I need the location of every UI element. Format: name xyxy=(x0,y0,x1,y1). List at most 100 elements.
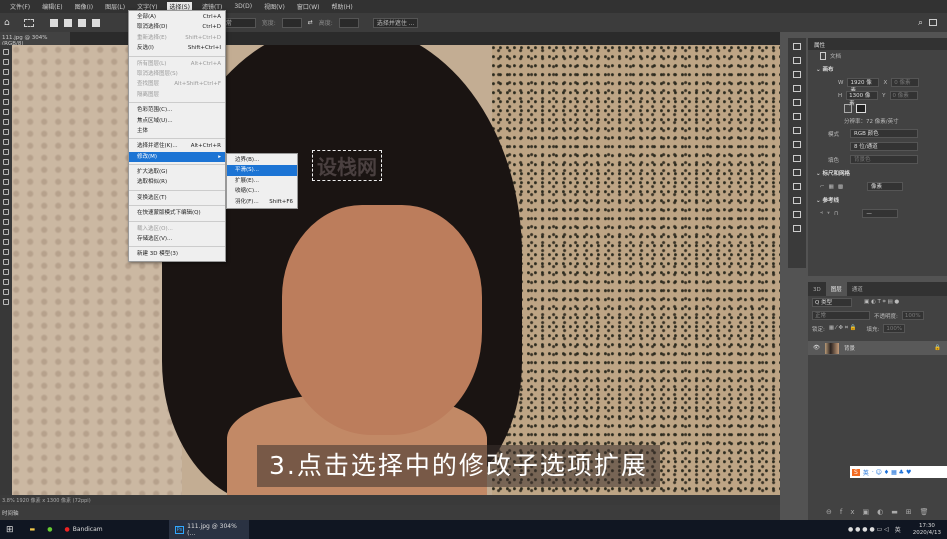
document-tab[interactable]: 111.jpg @ 304%(RGB/8) xyxy=(0,32,70,47)
clock[interactable]: 17:30 2020/4/13 xyxy=(907,520,947,539)
tool-icon[interactable] xyxy=(3,59,9,65)
menu-item[interactable]: 边界(B)... xyxy=(227,155,297,165)
menu-9[interactable]: 窗口(W) xyxy=(295,2,322,11)
tool-icon[interactable] xyxy=(3,249,9,255)
panel-icon[interactable] xyxy=(793,169,801,176)
guide-selection-icon[interactable]: ⊓ xyxy=(834,211,838,217)
panel-icon[interactable] xyxy=(793,141,801,148)
menu-item[interactable]: 取消选择图层(S) xyxy=(129,69,225,79)
landscape-icon[interactable] xyxy=(856,104,866,113)
width-field[interactable]: 1920 像素 xyxy=(847,78,880,94)
menu-10[interactable]: 帮助(H) xyxy=(330,2,355,11)
tool-icon[interactable] xyxy=(3,279,9,285)
tool-icon[interactable] xyxy=(3,89,9,95)
panel-icon[interactable] xyxy=(793,85,801,92)
menu-item[interactable]: 平滑(S)... xyxy=(227,165,297,176)
tool-icon[interactable] xyxy=(3,109,9,115)
tool-icon[interactable] xyxy=(3,99,9,105)
tool-icon[interactable] xyxy=(3,229,9,235)
width-input[interactable] xyxy=(281,17,302,28)
portrait-icon[interactable] xyxy=(844,104,852,113)
tab-3d[interactable]: 3D xyxy=(808,284,826,296)
new-selection-icon[interactable] xyxy=(49,18,58,27)
menu-item[interactable]: 主体 xyxy=(129,126,225,136)
guide-icon[interactable]: ⫞ xyxy=(820,210,823,217)
panel-icon[interactable] xyxy=(793,225,801,232)
tool-icon[interactable] xyxy=(3,289,9,295)
opacity-field[interactable]: 100% xyxy=(901,311,924,320)
taskbar-bandicam[interactable]: ● Bandicam xyxy=(58,520,108,539)
x-field[interactable]: 0 像素 xyxy=(891,78,920,87)
panel-icon[interactable] xyxy=(793,127,801,134)
menu-item[interactable]: 选择并遮住(K)... Alt+Ctrl+R xyxy=(129,141,225,151)
start-icon[interactable]: ⊞ xyxy=(0,520,20,539)
units-select[interactable]: 像素 xyxy=(867,182,904,191)
tool-icon[interactable] xyxy=(3,179,9,185)
menu-item[interactable]: 取消选择(D) Ctrl+D xyxy=(129,22,225,32)
panel-icon[interactable] xyxy=(793,71,801,78)
menu-item[interactable]: 扩展(E)... xyxy=(227,176,297,186)
menu-item[interactable]: 反选(I) Shift+Ctrl+I xyxy=(129,43,225,53)
height-input[interactable] xyxy=(338,17,359,28)
app-icon[interactable]: ● xyxy=(41,520,58,539)
menu-item[interactable]: 色彩范围(C)... xyxy=(129,105,225,115)
subtract-selection-icon[interactable] xyxy=(77,18,86,27)
properties-tab[interactable]: 属性 xyxy=(814,43,825,49)
layer-row[interactable]: 👁 背景 🔒 xyxy=(808,341,947,355)
ime-toolbar[interactable]: S 英 · ☺ ♦ ▦ ♣ ♥ xyxy=(850,466,947,478)
ime-lang[interactable]: 英 xyxy=(863,468,869,477)
tool-icon[interactable] xyxy=(3,259,9,265)
tool-icon[interactable] xyxy=(3,189,9,195)
guide-layout-icon[interactable]: ⫟ xyxy=(827,210,830,217)
menu-item[interactable]: 存储选区(V)... xyxy=(129,234,225,244)
height-field[interactable]: 1300 像素 xyxy=(846,91,879,107)
ruler-icon[interactable]: ⌐ xyxy=(820,184,825,190)
menu-item[interactable]: 载入选区(O)... xyxy=(129,224,225,234)
add-selection-icon[interactable] xyxy=(63,18,72,27)
blend-mode-select[interactable]: 正常 xyxy=(812,311,870,320)
menu-item[interactable]: 全部(A) Ctrl+A xyxy=(129,12,225,22)
visibility-eye-icon[interactable]: 👁 xyxy=(813,345,820,351)
panel-icon[interactable] xyxy=(793,183,801,190)
tool-icon[interactable] xyxy=(3,139,9,145)
tool-icon[interactable] xyxy=(3,269,9,275)
tool-icon[interactable] xyxy=(3,79,9,85)
menu-7[interactable]: 3D(D) xyxy=(232,3,254,10)
menu-item[interactable]: 重新选择(E) Shift+Ctrl+D xyxy=(129,33,225,43)
menu-item[interactable]: 焦点区域(U)... xyxy=(129,116,225,126)
menu-item[interactable]: 在快速蒙版模式下编辑(Q) xyxy=(129,208,225,218)
marquee-tool-icon[interactable] xyxy=(23,18,34,27)
filter-icons[interactable]: ▣ ◐ T ⌗ ▤ ● xyxy=(864,299,899,306)
timeline-panel[interactable]: 时间轴 xyxy=(0,505,780,520)
taskbar-photoshop[interactable]: Ps 111.jpg @ 304%(... xyxy=(168,520,249,539)
menu-item[interactable]: 隔离图层 xyxy=(129,90,225,100)
menu-item[interactable]: 收缩(C)... xyxy=(227,186,297,196)
menu-item[interactable]: 查找图层 Alt+Shift+Ctrl+F xyxy=(129,79,225,89)
menu-0[interactable]: 文件(F) xyxy=(8,2,32,11)
select-and-mask-button[interactable]: 选择并遮住 ... xyxy=(372,17,419,28)
menu-1[interactable]: 编辑(E) xyxy=(40,2,64,11)
tool-icon[interactable] xyxy=(3,159,9,165)
guides-section[interactable]: 参考线 xyxy=(823,198,840,204)
tool-icon[interactable] xyxy=(3,239,9,245)
grid-icon[interactable]: ▦ xyxy=(829,184,834,190)
menu-item[interactable]: 新建 3D 模型(3) xyxy=(129,249,225,259)
canvas-section[interactable]: 画布 xyxy=(823,67,834,73)
tab-layers[interactable]: 图层 xyxy=(825,282,847,296)
panel-icon[interactable] xyxy=(793,99,801,106)
panel-icon[interactable] xyxy=(793,113,801,120)
panel-icon[interactable] xyxy=(793,57,801,64)
home-icon[interactable]: ⌂ xyxy=(4,18,10,28)
tool-icon[interactable] xyxy=(3,49,9,55)
mode-select[interactable]: RGB 颜色 xyxy=(850,129,918,138)
panel-icon[interactable] xyxy=(793,197,801,204)
y-field[interactable]: 0 像素 xyxy=(889,91,918,100)
explorer-icon[interactable]: ▬ xyxy=(24,520,42,539)
pixel-grid-icon[interactable]: ▩ xyxy=(838,184,843,190)
fill-field[interactable]: 100% xyxy=(883,324,906,333)
lock-icons[interactable]: ▦ ⁄ ✥ ⌗ 🔒 xyxy=(829,325,857,332)
swap-icon[interactable]: ⇄ xyxy=(308,19,313,26)
tool-icon[interactable] xyxy=(3,69,9,75)
menu-item[interactable]: 扩大选取(G) xyxy=(129,167,225,177)
rulers-section[interactable]: 标尺和网格 xyxy=(823,171,851,177)
